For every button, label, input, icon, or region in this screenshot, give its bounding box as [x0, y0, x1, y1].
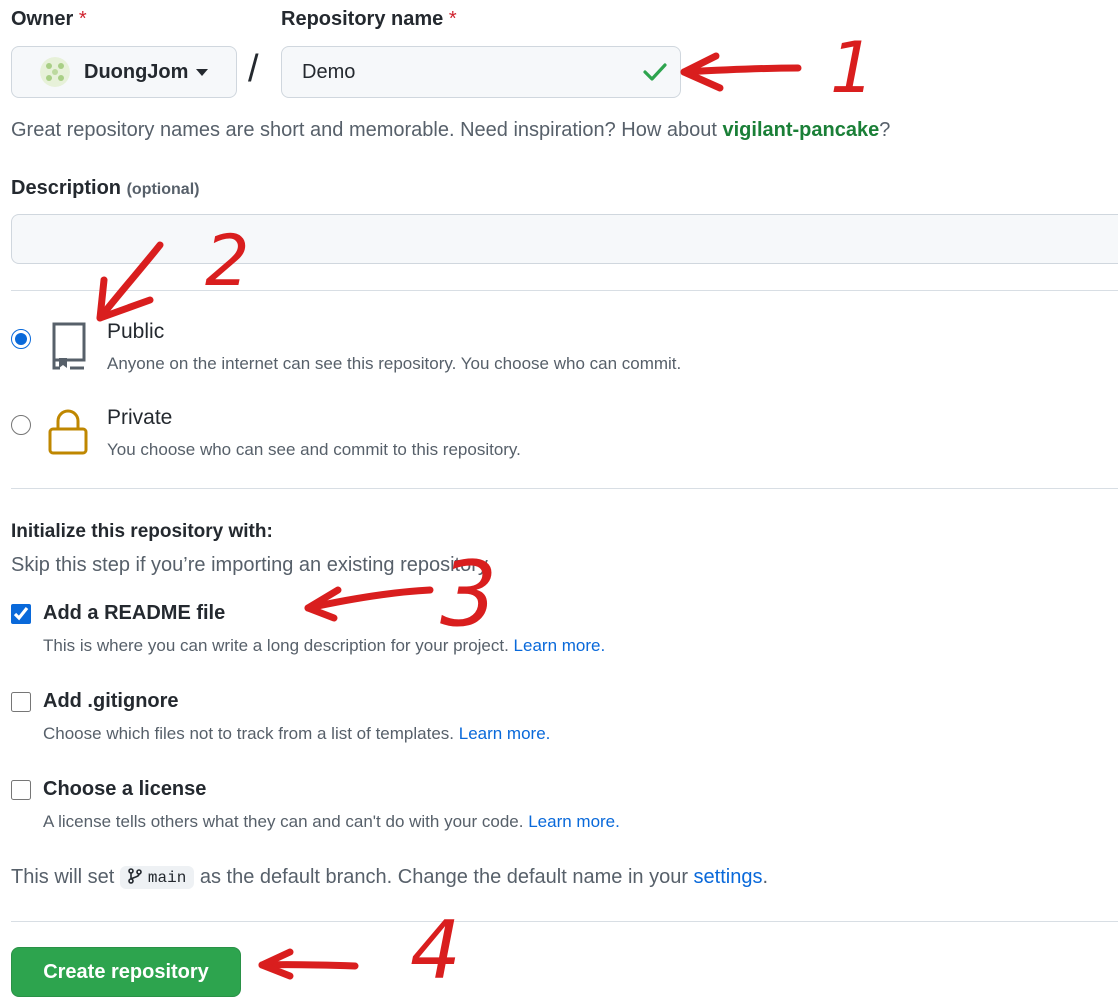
annotation-arrow-4	[258, 961, 359, 970]
annotation-layer: 1 2 3 4	[96, 27, 875, 994]
description-label: Description (optional)	[11, 177, 200, 199]
readme-learn-more-link[interactable]: Learn more.	[514, 636, 606, 655]
init-subheading: Skip this step if you’re importing an ex…	[11, 554, 492, 576]
license-learn-more-link[interactable]: Learn more.	[528, 812, 620, 831]
default-branch-note: This will set main as the default branch…	[11, 866, 769, 890]
annotation-arrowhead-4	[258, 948, 294, 980]
optional-tag: (optional)	[126, 181, 200, 198]
gitignore-desc: Choose which files not to track from a l…	[43, 724, 551, 743]
private-radio[interactable]	[11, 415, 31, 435]
license-checkbox[interactable]	[11, 780, 31, 800]
git-branch-icon	[128, 868, 142, 885]
divider	[11, 488, 1118, 489]
repo-name-label: Repository name *	[281, 8, 457, 30]
owner-dropdown[interactable]: DuongJom	[11, 46, 237, 98]
check-icon	[643, 63, 667, 81]
gitignore-learn-more-link[interactable]: Learn more.	[459, 724, 551, 743]
branch-name: main	[147, 869, 187, 888]
gitignore-checkbox[interactable]	[11, 692, 31, 712]
owner-repo-separator: /	[248, 48, 259, 90]
public-desc: Anyone on the internet can see this repo…	[107, 354, 682, 373]
owner-name: DuongJom	[84, 60, 189, 83]
name-suggestion-link[interactable]: vigilant-pancake	[722, 119, 879, 141]
lock-icon	[48, 409, 88, 455]
annotation-number-1: 1	[830, 27, 875, 109]
branch-pill: main	[119, 866, 195, 890]
annotation-arrow-1	[680, 64, 802, 76]
required-mark: *	[78, 8, 87, 30]
annotation-arrowhead-3	[304, 586, 342, 622]
avatar-icon	[40, 57, 70, 87]
annotation-number-4: 4	[410, 904, 461, 994]
readme-title: Add a README file	[43, 602, 226, 624]
required-mark: *	[448, 8, 457, 30]
license-desc: A license tells others what they can and…	[43, 812, 620, 831]
repo-name-hint: Great repository names are short and mem…	[11, 119, 891, 141]
create-repository-button[interactable]: Create repository	[11, 947, 241, 997]
settings-link[interactable]: settings	[694, 866, 763, 888]
repo-book-icon	[52, 322, 86, 370]
private-desc: You choose who can see and commit to thi…	[107, 440, 521, 459]
readme-checkbox[interactable]	[11, 604, 31, 624]
divider	[11, 921, 1118, 922]
gitignore-title: Add .gitignore	[43, 690, 179, 712]
public-title: Public	[107, 320, 165, 343]
readme-desc: This is where you can write a long descr…	[43, 636, 606, 655]
chevron-down-icon	[196, 68, 209, 76]
private-title: Private	[107, 406, 173, 429]
description-input[interactable]	[11, 214, 1118, 264]
annotation-arrowhead-1	[680, 52, 724, 92]
init-heading: Initialize this repository with:	[11, 521, 273, 542]
repo-name-input[interactable]	[281, 46, 681, 98]
public-radio[interactable]	[11, 329, 31, 349]
license-title: Choose a license	[43, 778, 207, 800]
divider	[11, 290, 1118, 291]
annotation-arrowhead-2	[96, 276, 154, 322]
owner-label: Owner *	[11, 8, 87, 30]
annotation-arrow-3	[304, 586, 434, 612]
